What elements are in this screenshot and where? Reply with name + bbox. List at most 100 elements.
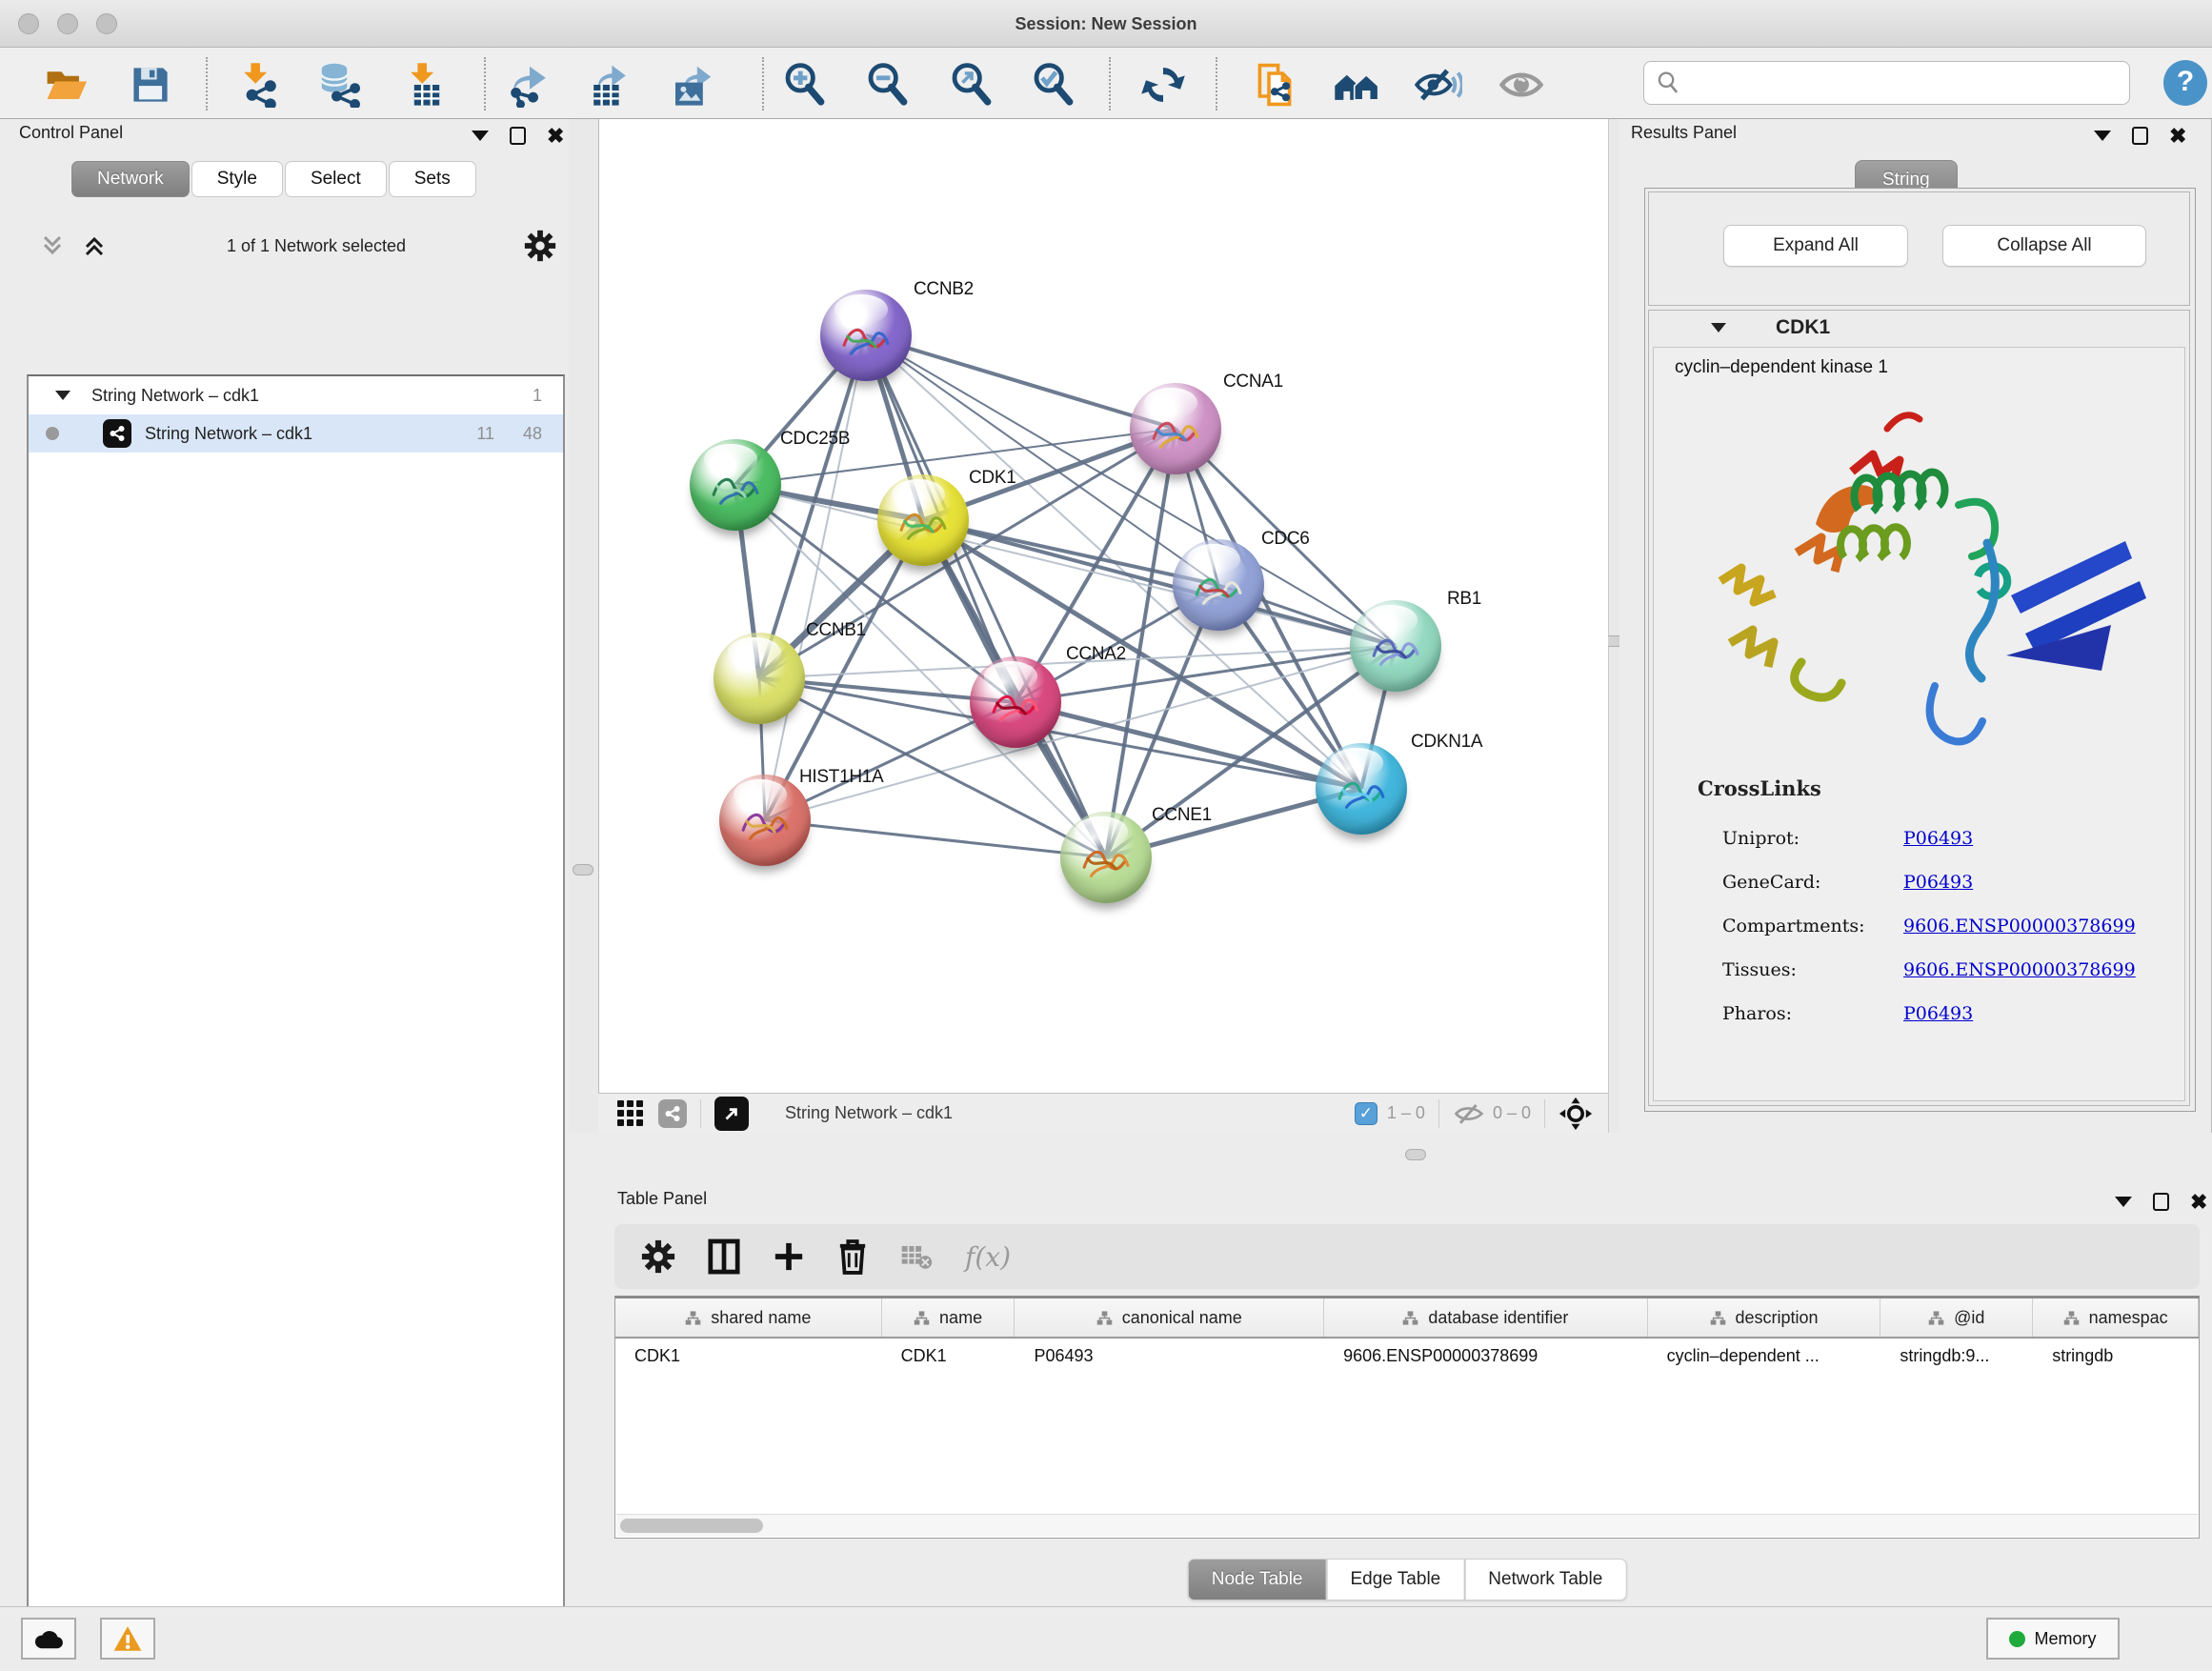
network-node-CCNA1[interactable] (1130, 383, 1221, 474)
import-network-database-icon[interactable] (316, 61, 364, 109)
search-input[interactable] (1688, 73, 2129, 92)
import-table-icon[interactable] (403, 61, 451, 109)
hidden-eye-icon[interactable] (1453, 1099, 1485, 1128)
zoom-in-icon[interactable] (781, 61, 829, 109)
scrollbar-thumb[interactable] (620, 1519, 763, 1533)
network-node-CDKN1A[interactable] (1316, 743, 1407, 835)
selected-checkbox-icon[interactable]: ✓ (1355, 1102, 1377, 1125)
entry-collapse-icon[interactable] (1711, 323, 1726, 332)
show-eye-icon[interactable] (1498, 61, 1545, 109)
left-splitter[interactable] (569, 119, 598, 1133)
table-settings-gear-icon[interactable] (641, 1239, 675, 1274)
table-cell[interactable]: stringdb:9... (1880, 1339, 2033, 1375)
column-header-name[interactable]: name (882, 1299, 1016, 1337)
network-canvas[interactable]: CCNB2CCNA1CDC25BCDK1CDC6RB1CCNB1CCNA2CDK… (598, 119, 1608, 1093)
crosslink-link[interactable]: 9606.ENSP00000378699 (1903, 959, 2136, 980)
panel-close-icon[interactable]: ✖ (2190, 1193, 2207, 1211)
delete-table-icon[interactable] (900, 1242, 933, 1271)
tab-edge-table[interactable]: Edge Table (1327, 1559, 1465, 1601)
network-node-CCNB2[interactable] (820, 290, 912, 381)
tab-select[interactable]: Select (285, 161, 387, 197)
panel-float-icon[interactable] (510, 127, 526, 145)
network-collection-row[interactable]: String Network – cdk1 1 (29, 376, 563, 414)
network-edge-CCNB2-CCNA1[interactable] (866, 335, 1176, 429)
panel-collapse-icon[interactable] (2115, 1197, 2132, 1207)
network-node-CDC6[interactable] (1173, 539, 1264, 631)
network-edge-CCNB2-HIST1H1A[interactable] (765, 335, 866, 820)
export-image-icon[interactable] (669, 61, 716, 109)
table-cell[interactable]: CDK1 (882, 1339, 1016, 1375)
open-session-icon[interactable] (41, 61, 89, 109)
tab-sets[interactable]: Sets (389, 161, 476, 197)
show-all-networks-icon[interactable] (1333, 61, 1380, 109)
open-external-icon[interactable] (714, 1097, 749, 1131)
table-cell[interactable]: cyclin–dependent ... (1648, 1339, 1881, 1375)
horizontal-splitter[interactable] (569, 1133, 2212, 1181)
save-session-icon[interactable] (127, 61, 174, 109)
panel-collapse-icon[interactable] (472, 131, 489, 141)
gear-icon[interactable] (524, 230, 556, 262)
expand-all-button[interactable]: Expand All (1723, 225, 1908, 267)
panel-close-icon[interactable]: ✖ (2169, 127, 2186, 145)
tree-expand-icon[interactable] (55, 391, 70, 400)
entry-header[interactable]: CDK1 (1649, 311, 2189, 345)
tab-network-table[interactable]: Network Table (1464, 1559, 1626, 1601)
column-header-description[interactable]: description (1648, 1299, 1881, 1337)
warning-button[interactable] (100, 1618, 155, 1660)
crosslink-link[interactable]: 9606.ENSP00000378699 (1903, 916, 2136, 936)
column-header-database-identifier[interactable]: database identifier (1324, 1299, 1648, 1337)
network-node-HIST1H1A[interactable] (719, 775, 811, 866)
splitter-handle[interactable] (1405, 1149, 1426, 1160)
network-edge-HIST1H1A-CCNE1[interactable] (765, 820, 1106, 857)
table-cell[interactable]: P06493 (1016, 1339, 1325, 1375)
table-horizontal-scrollbar[interactable] (616, 1514, 2198, 1537)
birdseye-icon[interactable] (1558, 1097, 1593, 1131)
show-columns-icon[interactable] (708, 1238, 740, 1275)
tab-node-table[interactable]: Node Table (1188, 1559, 1327, 1601)
add-column-icon[interactable] (773, 1240, 805, 1273)
collapse-all-button[interactable]: Collapse All (1942, 225, 2146, 267)
help-button[interactable]: ? (2163, 60, 2207, 106)
expand-all-icon[interactable] (80, 232, 109, 260)
refresh-view-icon[interactable] (1139, 61, 1187, 109)
table-cell[interactable]: stringdb (2033, 1339, 2199, 1375)
table-cell[interactable]: CDK1 (615, 1339, 882, 1375)
column-header-canonical-name[interactable]: canonical name (1015, 1299, 1324, 1337)
string-view-icon[interactable] (658, 1099, 687, 1128)
export-network-icon[interactable] (506, 61, 553, 109)
column-header-shared-name[interactable]: shared name (615, 1299, 882, 1337)
import-network-file-icon[interactable] (236, 61, 284, 109)
zoom-fit-icon[interactable] (948, 61, 995, 109)
network-edge-CCNB2-CCNE1[interactable] (866, 335, 1106, 857)
cloud-button[interactable] (21, 1618, 76, 1660)
panel-collapse-icon[interactable] (2094, 131, 2111, 141)
panel-float-icon[interactable] (2153, 1193, 2169, 1211)
collapse-all-icon[interactable] (38, 232, 67, 260)
splitter-handle[interactable] (573, 864, 593, 876)
network-node-CDK1[interactable] (877, 474, 969, 566)
delete-column-icon[interactable] (837, 1238, 868, 1275)
column-header--id[interactable]: @id (1880, 1299, 2033, 1337)
hide-selected-icon[interactable] (1415, 61, 1462, 109)
tab-style[interactable]: Style (191, 161, 283, 197)
network-node-RB1[interactable] (1350, 600, 1441, 692)
table-cell[interactable]: 9606.ENSP00000378699 (1324, 1339, 1648, 1375)
duplicate-network-icon[interactable] (1251, 61, 1298, 109)
zoom-selected-icon[interactable] (1030, 61, 1077, 109)
network-node-CCNA2[interactable] (970, 656, 1061, 748)
crosslink-link[interactable]: P06493 (1903, 1003, 1973, 1024)
network-row[interactable]: String Network – cdk1 11 48 (29, 414, 563, 453)
memory-button[interactable]: Memory (1986, 1618, 2120, 1660)
panel-close-icon[interactable]: ✖ (547, 127, 564, 145)
network-node-CDC25B[interactable] (690, 439, 781, 531)
table-row[interactable]: CDK1CDK1P064939606.ENSP00000378699cyclin… (615, 1339, 2199, 1375)
network-node-CCNE1[interactable] (1060, 812, 1152, 903)
right-splitter[interactable] (1608, 119, 1619, 1133)
export-table-icon[interactable] (586, 61, 633, 109)
grid-view-icon[interactable] (617, 1100, 643, 1126)
column-header-namespac[interactable]: namespac (2033, 1299, 2199, 1337)
crosslink-link[interactable]: P06493 (1903, 872, 1973, 893)
tab-network[interactable]: Network (71, 161, 190, 197)
crosslink-link[interactable]: P06493 (1903, 828, 1973, 849)
panel-float-icon[interactable] (2132, 127, 2148, 145)
